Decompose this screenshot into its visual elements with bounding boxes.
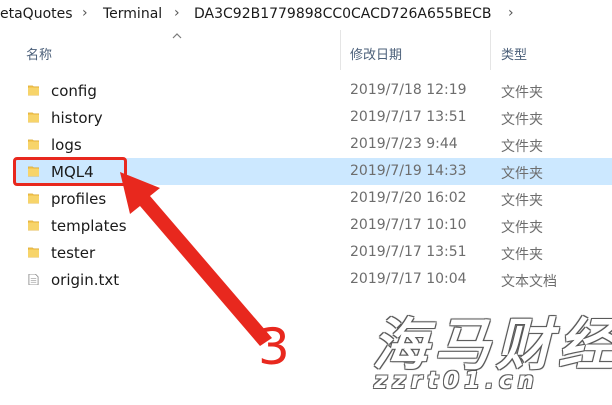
file-type: 文件夹 xyxy=(501,85,543,101)
file-row[interactable]: origin.txt 2019/7/17 10:04 文本文档 xyxy=(14,266,612,293)
file-modified-date: 2019/7/17 13:51 xyxy=(350,244,467,260)
file-modified-date: 2019/7/17 10:10 xyxy=(350,217,467,233)
folder-icon xyxy=(28,193,39,204)
file-row[interactable]: templates 2019/7/17 10:10 文件夹 xyxy=(14,212,612,239)
column-divider[interactable] xyxy=(340,30,341,70)
column-divider[interactable] xyxy=(490,30,491,70)
address-bar[interactable]: etaQuotes › Terminal › DA3C92B1779898CC0… xyxy=(0,0,612,31)
breadcrumb-item-folder-id[interactable]: DA3C92B1779898CC0CACD726A655BECB xyxy=(194,6,492,22)
file-type: 文件夹 xyxy=(501,166,543,182)
file-name: config xyxy=(51,82,97,100)
file-row[interactable]: config 2019/7/18 12:19 文件夹 xyxy=(14,77,612,104)
file-modified-date: 2019/7/23 9:44 xyxy=(350,136,458,152)
file-modified-date: 2019/7/17 10:04 xyxy=(350,271,467,287)
file-row[interactable]: logs 2019/7/23 9:44 文件夹 xyxy=(14,131,612,158)
breadcrumb-chevron-icon[interactable]: › xyxy=(174,5,180,21)
file-modified-date: 2019/7/20 16:02 xyxy=(350,190,467,206)
file-type: 文件夹 xyxy=(501,193,543,209)
highlight-box xyxy=(13,157,127,186)
column-header-type[interactable]: 类型 xyxy=(501,44,527,63)
step-number: 3 xyxy=(258,318,290,376)
folder-icon xyxy=(28,247,39,258)
breadcrumb-item-metaquotes[interactable]: etaQuotes xyxy=(0,6,73,22)
file-type: 文件夹 xyxy=(501,139,543,155)
file-row[interactable]: tester 2019/7/17 13:51 文件夹 xyxy=(14,239,612,266)
text-file-icon xyxy=(28,274,39,285)
folder-icon xyxy=(28,112,39,123)
breadcrumb-chevron-icon[interactable]: › xyxy=(82,5,88,21)
file-name: history xyxy=(51,109,103,127)
breadcrumb-chevron-icon[interactable]: › xyxy=(508,5,514,21)
file-name: tester xyxy=(51,244,96,262)
watermark-url: zzrt01.cn xyxy=(374,368,539,394)
folder-icon xyxy=(28,139,39,150)
column-header-date[interactable]: 修改日期 xyxy=(350,44,402,63)
file-name: profiles xyxy=(51,190,107,208)
file-type: 文件夹 xyxy=(501,112,543,128)
folder-icon xyxy=(28,85,39,96)
file-row[interactable]: profiles 2019/7/20 16:02 文件夹 xyxy=(14,185,612,212)
file-type: 文件夹 xyxy=(501,220,543,236)
column-header-row: 名称 修改日期 类型 xyxy=(0,30,612,70)
file-name: logs xyxy=(51,136,82,154)
file-name: origin.txt xyxy=(51,271,120,289)
file-name: templates xyxy=(51,217,127,235)
file-row[interactable]: history 2019/7/17 13:51 文件夹 xyxy=(14,104,612,131)
file-modified-date: 2019/7/18 12:19 xyxy=(350,82,467,98)
file-type: 文本文档 xyxy=(501,274,557,290)
file-modified-date: 2019/7/19 14:33 xyxy=(350,163,467,179)
folder-icon xyxy=(28,220,39,231)
sort-ascending-icon xyxy=(172,33,182,39)
file-type: 文件夹 xyxy=(501,247,543,263)
column-header-name[interactable]: 名称 xyxy=(26,44,52,63)
file-modified-date: 2019/7/17 13:51 xyxy=(350,109,467,125)
breadcrumb-item-terminal[interactable]: Terminal xyxy=(103,6,162,22)
